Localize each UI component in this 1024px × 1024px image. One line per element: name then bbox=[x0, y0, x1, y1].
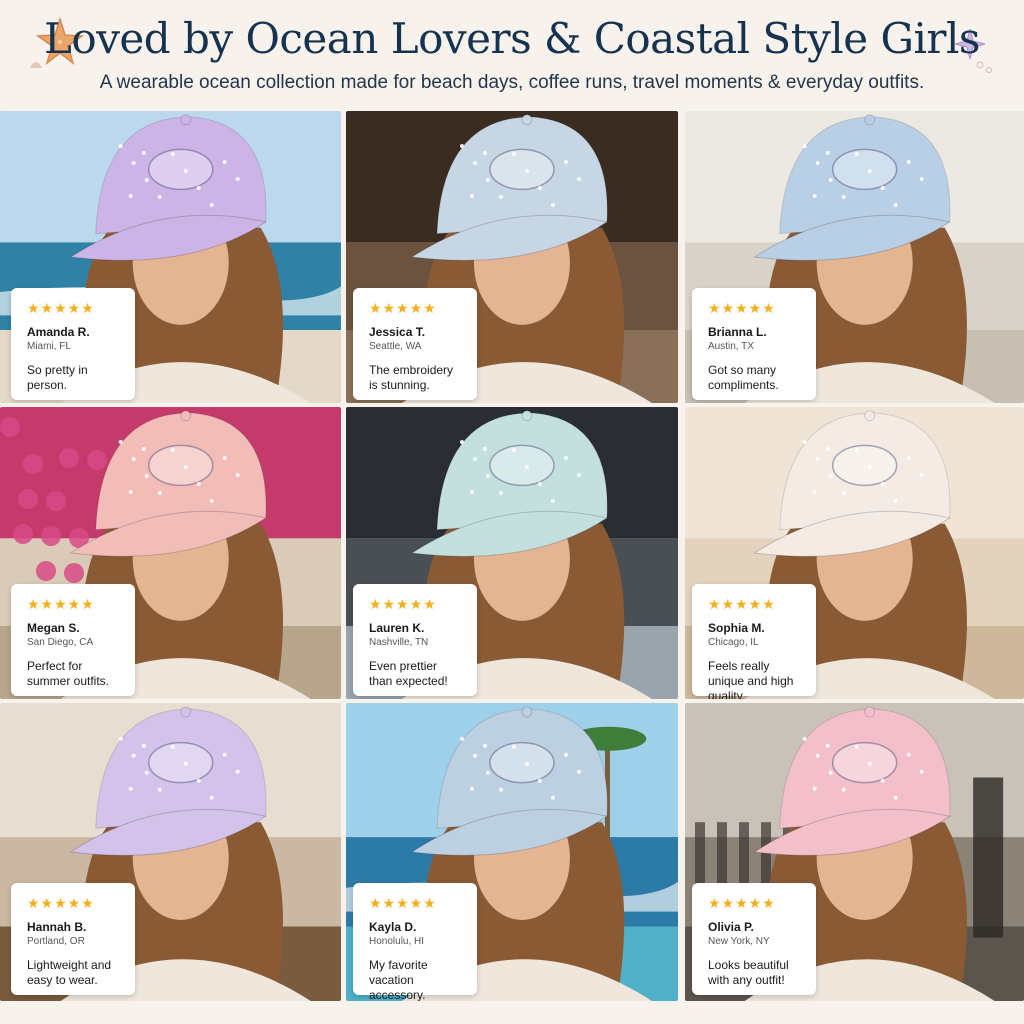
review-tile: ★★★★★ Lauren K. Nashville, TN Even prettier… bbox=[346, 407, 678, 699]
reviewer-name: Kayla D. bbox=[369, 920, 417, 934]
reviewer-location: San Diego, CA bbox=[27, 637, 94, 648]
review-tile: ★★★★★ Kayla D. Honolulu, HI My favorite vac… bbox=[346, 703, 678, 1001]
reviewer-name: Hannah B. bbox=[27, 920, 87, 934]
star-rating: ★★★★★ bbox=[369, 895, 437, 911]
star-rating: ★★★★★ bbox=[708, 300, 776, 316]
review-tile: ★★★★★ Sophia M. Chicago, IL Feels really un… bbox=[685, 407, 1024, 699]
reviewer-name: Lauren K. bbox=[369, 621, 425, 635]
page-title: Loved by Ocean Lovers & Coastal Style Gi… bbox=[44, 14, 980, 63]
reviewer-name: Megan S. bbox=[27, 621, 80, 635]
reviewer-location: Honolulu, HI bbox=[369, 936, 425, 947]
review-tile: ★★★★★ Jessica T. Seattle, WA The embroidery… bbox=[346, 111, 678, 403]
review-card: ★★★★★ Megan S. San Diego, CA Perfect for su… bbox=[11, 584, 135, 696]
review-text: Even prettier than expected! bbox=[369, 659, 448, 688]
star-rating: ★★★★★ bbox=[27, 300, 95, 316]
reviewer-location: Portland, OR bbox=[27, 936, 85, 947]
star-rating: ★★★★★ bbox=[369, 596, 437, 612]
review-text: The embroidery is stunning. bbox=[369, 363, 454, 392]
review-text: Feels really unique and high quality. bbox=[708, 659, 794, 699]
review-text: Lightweight and easy to wear. bbox=[27, 958, 112, 987]
star-rating: ★★★★★ bbox=[708, 596, 776, 612]
reviewer-name: Jessica T. bbox=[369, 325, 426, 339]
review-card: ★★★★★ Sophia M. Chicago, IL Feels really un… bbox=[692, 584, 816, 699]
review-tile: ★★★★★ Brianna L. Austin, TX Got so many com… bbox=[685, 111, 1024, 403]
review-text: So pretty in person. bbox=[27, 363, 88, 392]
header: Loved by Ocean Lovers & Coastal Style Gi… bbox=[0, 0, 1024, 110]
review-card: ★★★★★ Kayla D. Honolulu, HI My favorite vac… bbox=[353, 883, 477, 1001]
review-text: Looks beautiful with any outfit! bbox=[708, 958, 789, 987]
review-card: ★★★★★ Olivia P. New York, NY Looks beautifu… bbox=[692, 883, 816, 995]
reviewer-name: Olivia P. bbox=[708, 920, 754, 934]
star-rating: ★★★★★ bbox=[708, 895, 776, 911]
review-tile: ★★★★★ Amanda R. Miami, FL So pretty in pers… bbox=[0, 111, 341, 403]
reviewer-location: Nashville, TN bbox=[369, 637, 429, 648]
reviewer-name: Amanda R. bbox=[27, 325, 90, 339]
reviewer-name: Sophia M. bbox=[708, 621, 765, 635]
review-text: Perfect for summer outfits. bbox=[27, 659, 110, 688]
review-card: ★★★★★ Hannah B. Portland, OR Lightweight an… bbox=[11, 883, 135, 995]
star-rating: ★★★★★ bbox=[369, 300, 437, 316]
review-tile: ★★★★★ Hannah B. Portland, OR Lightweight an… bbox=[0, 703, 341, 1001]
reviewer-location: Chicago, IL bbox=[708, 637, 759, 648]
reviewer-name: Brianna L. bbox=[708, 325, 767, 339]
reviewer-location: Seattle, WA bbox=[369, 341, 422, 352]
star-rating: ★★★★★ bbox=[27, 895, 95, 911]
review-card: ★★★★★ Jessica T. Seattle, WA The embroidery… bbox=[353, 288, 477, 400]
star-rating: ★★★★★ bbox=[27, 596, 95, 612]
review-grid: ★★★★★ Amanda R. Miami, FL So pretty in pers… bbox=[0, 111, 1024, 1024]
review-text: My favorite vacation accessory. bbox=[369, 958, 428, 1001]
review-card: ★★★★★ Brianna L. Austin, TX Got so many com… bbox=[692, 288, 816, 400]
reviewer-location: Austin, TX bbox=[708, 341, 754, 352]
reviewer-location: Miami, FL bbox=[27, 341, 71, 352]
review-card: ★★★★★ Amanda R. Miami, FL So pretty in pers… bbox=[11, 288, 135, 400]
review-card: ★★★★★ Lauren K. Nashville, TN Even prettier… bbox=[353, 584, 477, 696]
reviewer-location: New York, NY bbox=[708, 936, 770, 947]
page-subtitle: A wearable ocean collection made for bea… bbox=[99, 72, 925, 93]
review-tile: ★★★★★ Olivia P. New York, NY Looks beautifu… bbox=[685, 703, 1024, 1001]
review-tile: ★★★★★ Megan S. San Diego, CA Perfect for su… bbox=[0, 407, 341, 699]
review-text: Got so many compliments. bbox=[708, 363, 779, 392]
